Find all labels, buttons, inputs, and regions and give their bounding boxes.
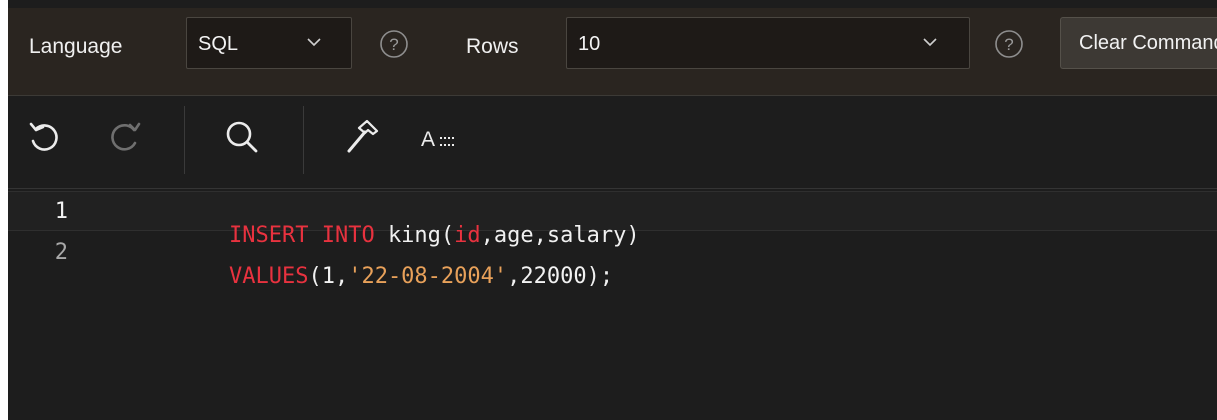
code-punctuation: , — [334, 264, 349, 289]
rows-label: Rows — [466, 35, 519, 58]
worksheet-header: Language SQL ? Rows 10 ? Clear Command — [8, 8, 1217, 96]
sql-keyword: VALUES — [228, 264, 309, 289]
code-editor[interactable]: 1 INSERT INTO king(id,age,salary) 2 VALU… — [8, 189, 1217, 420]
code-punctuation: ( — [308, 264, 322, 289]
line-number: 1 — [54, 199, 68, 224]
string-literal: '22-08-2004' — [348, 264, 508, 289]
code-line[interactable]: 2 VALUES(1,'22-08-2004',22000); — [8, 233, 1217, 289]
font-size-icon[interactable]: A — [418, 116, 474, 158]
code-punctuation: ); — [586, 264, 614, 289]
toolbar-divider — [184, 106, 185, 174]
language-help-icon[interactable]: ? — [379, 29, 409, 59]
code-punctuation: , — [507, 264, 521, 289]
editor-toolbar: A — [8, 96, 1217, 189]
undo-icon[interactable] — [23, 116, 65, 158]
number-literal: 22000 — [520, 264, 587, 289]
line-number: 2 — [54, 240, 68, 265]
language-select[interactable]: SQL — [186, 17, 352, 69]
search-icon[interactable] — [221, 116, 263, 158]
rows-select-value: 10 — [578, 33, 601, 55]
number-literal: 1 — [321, 264, 335, 289]
code-line-text[interactable]: VALUES(1,'22-08-2004',22000); — [123, 239, 613, 314]
toolbar-divider — [303, 106, 304, 174]
language-select-value: SQL — [198, 33, 239, 55]
language-label: Language — [29, 35, 123, 58]
sql-worksheet: Language SQL ? Rows 10 ? Clear Command A… — [8, 0, 1217, 420]
help-glyph: ? — [1004, 35, 1013, 54]
clear-command-button[interactable]: Clear Command — [1060, 17, 1217, 69]
code-line[interactable]: 1 INSERT INTO king(id,age,salary) — [8, 191, 1217, 248]
help-glyph: ? — [389, 35, 398, 54]
rows-help-icon[interactable]: ? — [994, 29, 1024, 59]
chevron-down-icon — [923, 38, 937, 47]
font-size-letter: A — [421, 128, 435, 151]
chevron-down-icon — [307, 38, 321, 47]
redo-icon[interactable] — [103, 116, 145, 158]
hammer-icon[interactable] — [341, 116, 383, 158]
rows-select[interactable]: 10 — [566, 17, 970, 69]
